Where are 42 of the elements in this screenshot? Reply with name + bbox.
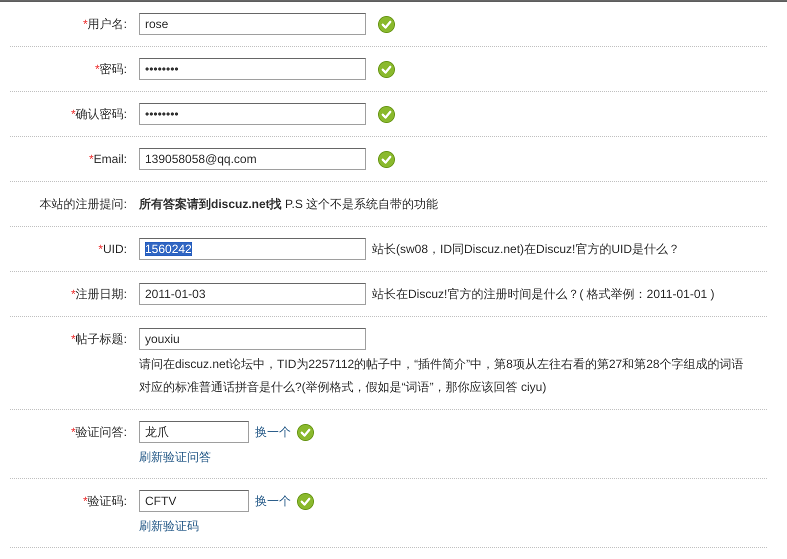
field-label: 密码: bbox=[100, 62, 127, 76]
refresh-link[interactable]: 刷新验证码 bbox=[139, 515, 199, 537]
hint-text: 请问在discuz.net论坛中，TID为2257112的帖子中，“插件简介”中，第8项从左往右看的第27和第28个字组成的词语对应的标准普通话拼音是什么?(举例格式，假如是“词语”，那你应该回答 ciyu) bbox=[139, 356, 745, 396]
check-icon bbox=[378, 16, 395, 32]
required-mark: * bbox=[88, 152, 94, 166]
input-field[interactable]: 龙爪 bbox=[139, 421, 249, 443]
hint-text: 站长在Discuz!官方的注册时间是什么？( 格式举例：2011-01-01 ) bbox=[372, 286, 714, 302]
field-label: 验证码: bbox=[88, 494, 127, 508]
field-label: 帖子标题: bbox=[76, 332, 127, 346]
required-mark: * bbox=[82, 17, 88, 31]
refresh-link[interactable]: 刷新验证问答 bbox=[139, 446, 211, 468]
input-field[interactable]: rose bbox=[139, 13, 366, 35]
input-field[interactable]: •••••••• bbox=[139, 58, 366, 80]
required-mark: * bbox=[70, 332, 76, 346]
change-link[interactable]: 换一个 bbox=[255, 424, 291, 440]
input-field[interactable]: 2011-01-03 bbox=[139, 283, 366, 305]
check-icon bbox=[378, 60, 395, 78]
check-icon bbox=[378, 150, 395, 168]
input-field[interactable]: CFTV bbox=[139, 490, 249, 512]
field-label: 注册日期: bbox=[76, 287, 127, 301]
input-field[interactable]: •••••••• bbox=[139, 103, 366, 125]
field-label: 确认密码: bbox=[76, 107, 127, 121]
required-mark: * bbox=[82, 494, 88, 508]
field-label: UID: bbox=[103, 242, 127, 256]
field-label: 用户名: bbox=[88, 17, 127, 31]
check-icon bbox=[378, 106, 395, 122]
change-link[interactable]: 换一个 bbox=[255, 492, 291, 510]
input-field[interactable]: 1560242 bbox=[139, 238, 366, 260]
required-mark: * bbox=[70, 107, 76, 121]
required-mark: * bbox=[70, 287, 76, 301]
required-mark: * bbox=[70, 425, 76, 439]
check-icon bbox=[297, 424, 314, 440]
field-label: 验证问答: bbox=[76, 425, 127, 439]
required-mark: * bbox=[98, 242, 103, 256]
input-field[interactable]: 139058058@qq.com bbox=[139, 148, 366, 170]
required-mark: * bbox=[94, 62, 100, 76]
field-label: 本站的注册提问: bbox=[40, 197, 127, 211]
input-field[interactable]: youxiu bbox=[139, 328, 366, 350]
field-label: Email: bbox=[94, 152, 127, 166]
check-icon bbox=[297, 492, 314, 510]
question-text: 所有答案请到discuz.net找 P.S 这个不是系统自带的功能 bbox=[139, 196, 440, 213]
hint-text: 站长(sw08，ID同Discuz.net)在Discuz!官方的UID是什么？ bbox=[372, 240, 680, 258]
